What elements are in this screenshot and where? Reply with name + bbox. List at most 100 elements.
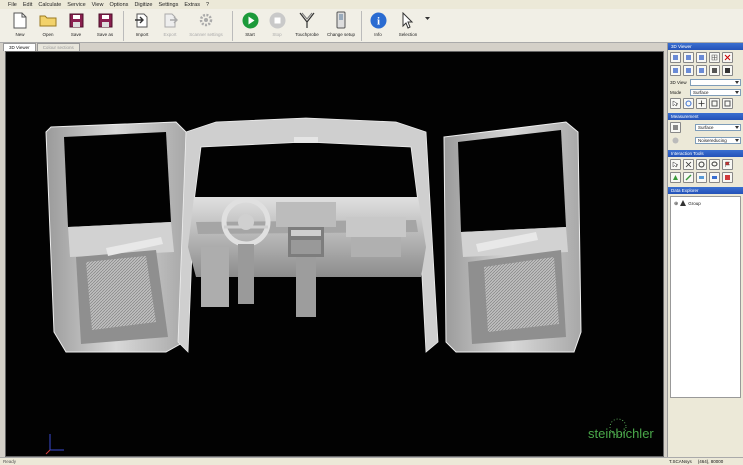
view-save-icon[interactable]: [722, 65, 733, 76]
3d-viewer-section: 3D View Mode Surface: [668, 50, 743, 113]
tree-item-label: Group: [688, 201, 701, 206]
save-as-button[interactable]: Save as: [90, 9, 120, 43]
save-icon: [67, 11, 85, 29]
view-front-icon[interactable]: [670, 52, 681, 63]
zoom-icon[interactable]: [709, 98, 720, 109]
3d-viewport[interactable]: steinbichler: [5, 51, 664, 457]
import-button[interactable]: Import: [127, 9, 157, 43]
touchprobe-button[interactable]: Touchprobe: [290, 9, 324, 43]
view-top-icon[interactable]: [670, 65, 681, 76]
info-button[interactable]: i Info: [365, 9, 391, 43]
fill-tool-icon[interactable]: [670, 172, 681, 183]
fit-icon[interactable]: [722, 98, 733, 109]
right-door-model: [443, 121, 582, 353]
menu-bar: File Edit Calculate Service View Options…: [0, 0, 743, 9]
measurement-surface-icon[interactable]: [670, 122, 681, 133]
status-bar: Ready T.SCANsys (464), 80000: [0, 457, 743, 465]
touchprobe-icon: [298, 11, 316, 29]
close-icon[interactable]: [722, 52, 733, 63]
interaction-tools-section: [668, 157, 743, 187]
3d-view-label: 3D View: [670, 79, 687, 85]
panel-title-interaction-tools: Interaction Tools: [668, 150, 743, 157]
dashboard-model: [188, 197, 426, 317]
measurement-section: Surface Noisereducing: [668, 120, 743, 150]
selection-cursor-icon: [399, 11, 417, 29]
menu-service[interactable]: Service: [67, 2, 85, 8]
panel-title-measurement: Measurement: [668, 113, 743, 120]
toolbar-separator: [123, 11, 124, 41]
brush-tool-icon[interactable]: [683, 172, 694, 183]
menu-extras[interactable]: Extras: [184, 2, 200, 8]
scan-model-render: steinbichler: [45, 117, 654, 455]
mode-label: Mode: [670, 89, 682, 95]
menu-calculate[interactable]: Calculate: [38, 2, 61, 8]
noisereducing-select[interactable]: Noisereducing: [695, 137, 741, 144]
stop-icon: [268, 11, 286, 29]
smooth-tool-icon[interactable]: [709, 172, 720, 183]
panel-title-data-explorer: Data Explorer: [668, 187, 743, 194]
axis-indicator: [45, 434, 64, 455]
info-icon: i: [369, 11, 387, 29]
delete-tool-icon[interactable]: [722, 172, 733, 183]
tab-colour-sections[interactable]: Colour sections: [36, 43, 80, 51]
expand-icon[interactable]: ⊕: [674, 201, 678, 207]
left-door-model: [45, 121, 187, 353]
menu-options[interactable]: Options: [109, 2, 128, 8]
export-icon: [161, 11, 179, 29]
open-button[interactable]: Open: [34, 9, 62, 43]
selection-dropdown-arrow-icon[interactable]: [425, 9, 431, 29]
circle-tool-icon[interactable]: [696, 159, 707, 170]
view-iso-icon[interactable]: [709, 65, 720, 76]
menu-edit[interactable]: Edit: [23, 2, 32, 8]
rotate-icon[interactable]: [683, 98, 694, 109]
toolbar-separator: [232, 11, 233, 41]
selection-button[interactable]: Selection: [391, 9, 425, 43]
3d-view-select[interactable]: [690, 78, 741, 86]
pointer-icon[interactable]: [670, 98, 681, 109]
status-coords: (464), 80000: [697, 459, 724, 464]
view-grid-icon[interactable]: [709, 52, 720, 63]
surface-select[interactable]: Surface: [695, 124, 741, 131]
save-button[interactable]: Save: [62, 9, 90, 43]
right-panel: 3D Viewer 3D View Mode Surface Measureme…: [667, 43, 743, 457]
lasso-tool-icon[interactable]: [709, 159, 720, 170]
pan-icon[interactable]: [696, 98, 707, 109]
status-text: Ready: [3, 459, 17, 464]
tree-item-group[interactable]: ⊕ Group: [674, 200, 737, 207]
menu-digitize[interactable]: Digitize: [134, 2, 152, 8]
stop-button[interactable]: Stop: [264, 9, 290, 43]
eraser-tool-icon[interactable]: [696, 172, 707, 183]
start-icon: [241, 11, 259, 29]
tab-3d-viewer[interactable]: 3D Viewer: [3, 43, 36, 51]
group-icon: [680, 200, 687, 207]
status-file: T.SCANsys: [669, 459, 692, 464]
menu-view[interactable]: View: [92, 2, 104, 8]
start-button[interactable]: Start: [236, 9, 264, 43]
scanner-settings-button[interactable]: Scanner settings: [183, 9, 229, 43]
svg-text:i: i: [376, 15, 379, 27]
main-toolbar: New Open Save Save as Import Export Scan…: [0, 9, 743, 43]
menu-help[interactable]: ?: [206, 2, 209, 8]
view-back-icon[interactable]: [683, 52, 694, 63]
menu-file[interactable]: File: [8, 2, 17, 8]
view-right-icon[interactable]: [696, 65, 707, 76]
view-left-icon[interactable]: [696, 52, 707, 63]
scanner-settings-icon: [197, 11, 215, 29]
svg-text:steinbichler: steinbichler: [588, 426, 654, 441]
save-as-icon: [96, 11, 114, 29]
cut-tool-icon[interactable]: [683, 159, 694, 170]
select-tool-icon[interactable]: [670, 159, 681, 170]
change-setup-icon: [332, 11, 350, 29]
data-explorer-tree: ⊕ Group: [670, 196, 741, 398]
view-bottom-icon[interactable]: [683, 65, 694, 76]
panel-title-3d-viewer: 3D Viewer: [668, 43, 743, 50]
export-button[interactable]: Export: [157, 9, 183, 43]
flag-tool-icon[interactable]: [722, 159, 733, 170]
import-icon: [133, 11, 151, 29]
open-folder-icon: [39, 11, 57, 29]
new-button[interactable]: New: [6, 9, 34, 43]
menu-settings[interactable]: Settings: [158, 2, 178, 8]
mode-select[interactable]: Surface: [690, 88, 741, 96]
change-setup-button[interactable]: Change setup: [324, 9, 358, 43]
steinbichler-watermark-logo: steinbichler: [588, 418, 654, 441]
